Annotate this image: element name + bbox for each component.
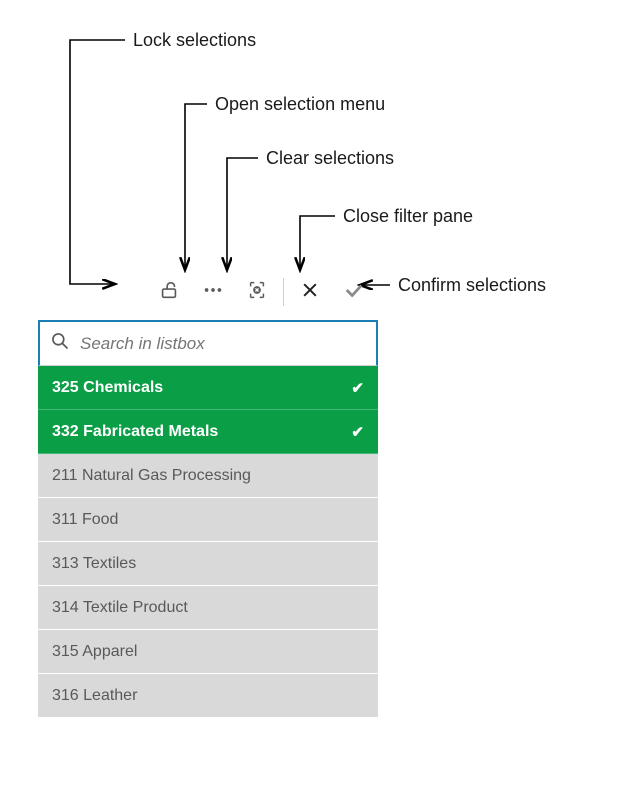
list-item[interactable]: 211 Natural Gas Processing — [38, 454, 378, 498]
list-item-label: 311 Food — [52, 511, 118, 529]
selected-check-icon: ✔ — [351, 423, 364, 441]
list-item-label: 315 Apparel — [52, 643, 137, 661]
ellipsis-icon — [202, 279, 224, 306]
list-item-label: 314 Textile Product — [52, 599, 188, 617]
annotation-close: Close filter pane — [343, 206, 473, 227]
search-row — [38, 322, 378, 366]
filter-listbox: 325 Chemicals ✔ 332 Fabricated Metals ✔ 211 … — [38, 320, 378, 718]
list-item[interactable]: 332 Fabricated Metals ✔ — [38, 410, 378, 454]
list-item[interactable]: 313 Textiles — [38, 542, 378, 586]
unlock-icon — [158, 279, 180, 306]
toolbar-divider — [283, 278, 284, 306]
lock-button[interactable] — [151, 274, 187, 310]
list-item-label: 211 Natural Gas Processing — [52, 467, 251, 485]
clear-selections-button[interactable] — [239, 274, 275, 310]
more-menu-button[interactable] — [195, 274, 231, 310]
close-button[interactable] — [292, 274, 328, 310]
list-item[interactable]: 315 Apparel — [38, 630, 378, 674]
check-icon — [343, 279, 365, 306]
list-item-label: 332 Fabricated Metals — [52, 423, 218, 441]
selection-toolbar — [38, 266, 378, 318]
list-item[interactable]: 311 Food — [38, 498, 378, 542]
annotation-menu: Open selection menu — [215, 94, 385, 115]
annotation-confirm: Confirm selections — [398, 275, 546, 296]
confirm-button[interactable] — [336, 274, 372, 310]
close-icon — [300, 280, 320, 305]
search-input[interactable] — [78, 333, 366, 355]
selected-check-icon: ✔ — [351, 379, 364, 397]
list-item[interactable]: 314 Textile Product — [38, 586, 378, 630]
list-item-label: 325 Chemicals — [52, 379, 163, 397]
list-item[interactable]: 316 Leather — [38, 674, 378, 718]
annotation-clear: Clear selections — [266, 148, 394, 169]
list-item-label: 316 Leather — [52, 687, 137, 705]
list-item-label: 313 Textiles — [52, 555, 136, 573]
list-item[interactable]: 325 Chemicals ✔ — [38, 366, 378, 410]
search-icon — [50, 331, 70, 356]
annotation-lock: Lock selections — [133, 30, 256, 51]
clear-selection-icon — [246, 279, 268, 306]
